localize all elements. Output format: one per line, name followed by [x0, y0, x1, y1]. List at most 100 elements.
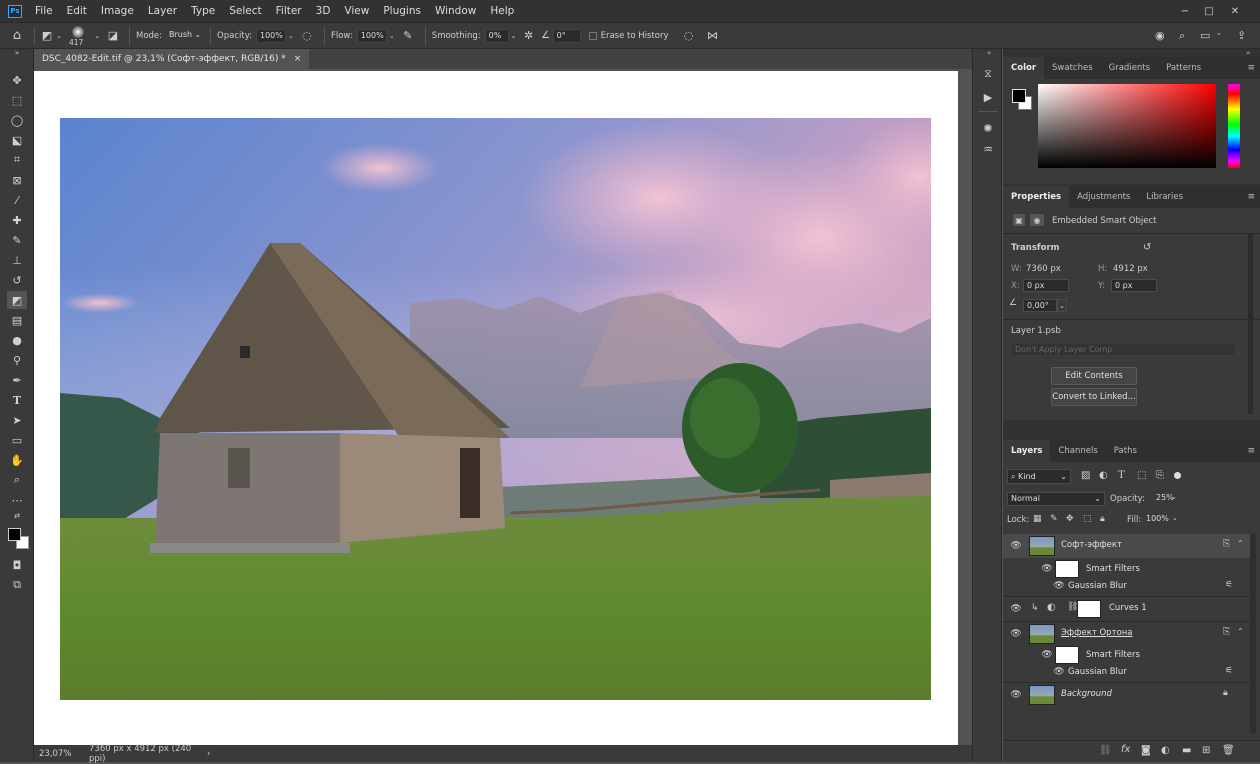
color-picker-field[interactable]	[1038, 84, 1216, 168]
menu-plugins[interactable]: Plugins	[376, 0, 428, 22]
layer-row-background[interactable]: 👁︎ Background 🔒︎	[1003, 683, 1250, 707]
collapse-effects-icon[interactable]: ⌃	[1237, 539, 1244, 548]
crop-tool-icon[interactable]: ⌗	[7, 151, 27, 169]
group-icon[interactable]: ▬	[1182, 745, 1191, 756]
type-tool-icon[interactable]: T	[7, 391, 27, 409]
eyedropper-tool-icon[interactable]: ⁄	[7, 191, 27, 209]
clone-stamp-tool-icon[interactable]: ⊥	[7, 251, 27, 269]
tab-patterns[interactable]: Patterns	[1158, 57, 1209, 79]
tab-libraries[interactable]: Libraries	[1138, 186, 1191, 208]
brush-preset-picker[interactable]: 417	[63, 24, 93, 48]
tab-properties[interactable]: Properties	[1003, 186, 1070, 208]
menu-type[interactable]: Type	[184, 0, 222, 22]
lock-position-icon[interactable]: ✥	[1066, 514, 1074, 524]
close-tab-icon[interactable]: ×	[294, 49, 302, 69]
visibility-eye-icon[interactable]: 👁︎	[1053, 580, 1065, 592]
lock-pixels-icon[interactable]: ✎	[1050, 514, 1058, 524]
symmetry-icon[interactable]: ⋈	[701, 29, 725, 42]
tab-gradients[interactable]: Gradients	[1101, 57, 1158, 79]
rectangle-tool-icon[interactable]: ▭	[7, 431, 27, 449]
filter-shape-icon[interactable]: ⬚	[1137, 470, 1146, 481]
color-foreground-swatch[interactable]	[1012, 89, 1026, 103]
histogram-icon[interactable]: ♒	[980, 141, 996, 157]
menu-help[interactable]: Help	[483, 0, 521, 22]
object-selection-tool-icon[interactable]: ⬕	[7, 131, 27, 149]
pressure-opacity-icon[interactable]: ◌	[296, 29, 318, 42]
height-value[interactable]: 4912 px	[1113, 264, 1148, 274]
properties-scrollbar[interactable]	[1248, 234, 1253, 414]
visibility-eye-icon[interactable]: 👁︎	[1010, 540, 1022, 552]
history-brush-tool-icon[interactable]: ↺	[7, 271, 27, 289]
lock-all-icon[interactable]: 🔒︎	[1100, 514, 1105, 524]
menu-view[interactable]: View	[337, 0, 376, 22]
panel-menu-icon[interactable]: ≡	[1247, 192, 1255, 202]
visibility-eye-icon[interactable]: 👁︎	[1041, 563, 1053, 575]
account-icon[interactable]: ◉	[1155, 29, 1165, 42]
frame-tool-icon[interactable]: ⊠	[7, 171, 27, 189]
collapse-toolbar-icon[interactable]: »	[7, 49, 27, 57]
collapse-panels-icon[interactable]: »	[1246, 49, 1250, 57]
quick-mask-icon[interactable]: ◘	[7, 556, 27, 574]
filter-toggle-icon[interactable]	[1174, 472, 1181, 479]
tab-paths[interactable]: Paths	[1106, 440, 1145, 462]
canvas-area[interactable]	[34, 69, 972, 746]
share-icon[interactable]: ⇪	[1237, 29, 1246, 42]
gaussian-blur-row[interactable]: 👁︎ Gaussian Blur ⚟	[1003, 663, 1250, 681]
menu-3d[interactable]: 3D	[309, 0, 338, 22]
layer-name[interactable]: Background	[1061, 689, 1112, 699]
lock-transparent-icon[interactable]: ▦	[1033, 514, 1042, 524]
minimize-button[interactable]: −	[1174, 0, 1196, 22]
collapse-effects-icon[interactable]: ⌃	[1237, 627, 1244, 636]
marquee-tool-icon[interactable]: ⬚	[7, 91, 27, 109]
close-window-button[interactable]: ✕	[1224, 0, 1246, 22]
gaussian-blur-row[interactable]: 👁︎ Gaussian Blur ⚟	[1003, 577, 1250, 595]
screen-mode-icon[interactable]: ⧉	[7, 576, 27, 594]
chevron-down-icon[interactable]: ⌄	[1171, 493, 1177, 501]
layer-row-curves[interactable]: 👁︎ ↳ ◐ ⛓︎ Curves 1	[1003, 597, 1250, 621]
zoom-level[interactable]: 23,07%	[39, 749, 85, 759]
adjustment-icon[interactable]: ◐	[1161, 745, 1170, 756]
chevron-down-icon[interactable]: ⌄	[387, 32, 397, 40]
angle-field[interactable]: 0°	[552, 28, 581, 43]
chevron-down-icon[interactable]: ⌄	[1172, 514, 1178, 522]
mode-select[interactable]: Brush ⌄	[166, 29, 204, 43]
maximize-button[interactable]: □	[1198, 0, 1220, 22]
dodge-tool-icon[interactable]: ⚲	[7, 351, 27, 369]
layer-comp-select[interactable]: Don't Apply Layer Comp	[1011, 343, 1236, 356]
filter-smart-object-icon[interactable]: ⎘	[1156, 470, 1164, 481]
filter-pixel-icon[interactable]: ▨	[1081, 470, 1090, 481]
lock-icon[interactable]: 🔒︎	[1223, 688, 1228, 698]
menu-select[interactable]: Select	[222, 0, 268, 22]
status-menu-arrow[interactable]: ›	[207, 749, 210, 759]
home-icon[interactable]: ⌂	[0, 28, 34, 43]
panel-menu-icon[interactable]: ≡	[1247, 446, 1255, 456]
blur-tool-icon[interactable]: ●	[7, 331, 27, 349]
visibility-eye-icon[interactable]: 👁︎	[1010, 628, 1022, 640]
eraser-tool-icon[interactable]: ◩	[39, 29, 55, 42]
history-icon[interactable]: ⧖	[980, 66, 996, 82]
tab-layers[interactable]: Layers	[1003, 440, 1051, 462]
workspace-icon[interactable]: ▭	[1200, 29, 1210, 42]
lock-artboard-icon[interactable]: ⬚	[1083, 514, 1092, 524]
menu-filter[interactable]: Filter	[269, 0, 309, 22]
landscape-photo[interactable]	[60, 118, 931, 700]
airbrush-icon[interactable]: ✎	[397, 29, 419, 42]
menu-image[interactable]: Image	[94, 0, 141, 22]
smoothing-field[interactable]: 0%	[484, 28, 509, 43]
healing-brush-tool-icon[interactable]: ✚	[7, 211, 27, 229]
tab-swatches[interactable]: Swatches	[1044, 57, 1101, 79]
collapse-strip-icon[interactable]: «	[987, 49, 991, 57]
x-field[interactable]: 0 px	[1023, 279, 1069, 292]
trash-icon[interactable]: 🗑︎	[1222, 745, 1235, 756]
edit-contents-button[interactable]: Edit Contents	[1051, 367, 1137, 385]
erase-history-checkbox[interactable]	[588, 31, 597, 40]
fill-field[interactable]: 100%	[1143, 513, 1173, 527]
flow-field[interactable]: 100%	[356, 28, 387, 43]
actions-play-icon[interactable]: ▶	[980, 89, 996, 105]
reset-transform-icon[interactable]: ↺	[1143, 242, 1151, 253]
filter-adjustment-icon[interactable]: ◐	[1099, 470, 1108, 481]
menu-window[interactable]: Window	[428, 0, 483, 22]
zoom-tool-icon[interactable]: ⌕	[7, 471, 27, 489]
chevron-down-icon[interactable]: ⌄	[286, 32, 296, 40]
visibility-eye-icon[interactable]: 👁︎	[1053, 666, 1065, 678]
